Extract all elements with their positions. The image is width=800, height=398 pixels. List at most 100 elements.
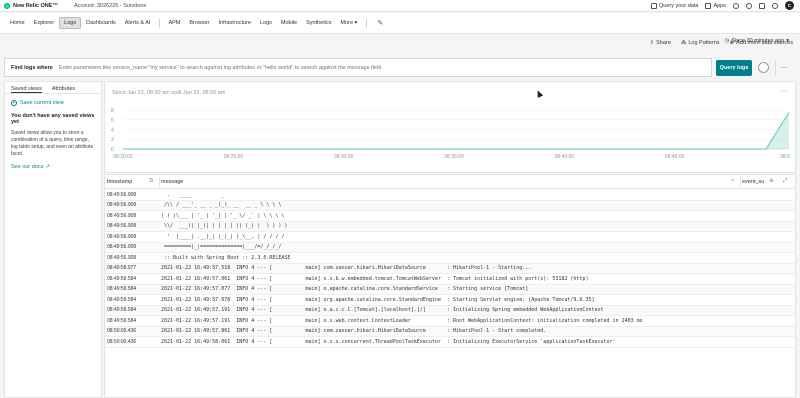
query-input[interactable] xyxy=(58,64,711,71)
x-tick-label: 08:5 xyxy=(780,154,790,160)
table-row[interactable]: 08:49:56.908 /\\ / ___'_ __ _ _(_)_ __ _… xyxy=(105,200,795,211)
nav-item-home[interactable]: Home xyxy=(6,18,29,28)
column-divider[interactable] xyxy=(159,177,160,187)
table-row[interactable]: 08:49:56.908 :: Built with Spring Boot :… xyxy=(105,253,795,264)
column-divider[interactable] xyxy=(740,177,741,187)
table-row[interactable]: 08:50:00.436 2021-01-22 16:49:57.861 INFO… xyxy=(105,326,795,337)
new-relic-logo[interactable]: New Relic ONE™ xyxy=(4,2,58,9)
tab-attributes[interactable]: Attributes xyxy=(52,86,75,93)
see-docs-label: See our docs xyxy=(11,164,44,170)
nav-item-mobile[interactable]: Mobile xyxy=(277,18,301,28)
nav-item-browser[interactable]: Browser xyxy=(185,18,213,28)
table-row[interactable]: 08:49:58.977 2021-01-22 16:49:57.518 INFO… xyxy=(105,263,795,274)
add-column-icon[interactable]: ⊕ xyxy=(769,178,774,184)
x-tick-label: 08:35:00 xyxy=(444,154,464,160)
query-your-data-button[interactable]: Query your data xyxy=(651,2,699,9)
cell-message: 2021-01-22 16:49:57.077 INFO 4 --- [ mai… xyxy=(161,286,529,293)
cell-timestamp: 08:50:00.436 xyxy=(107,328,137,335)
chevron-down-icon: ▾ xyxy=(786,38,789,44)
empty-state-text: Saved views allow you to store a combina… xyxy=(11,130,94,157)
share-button[interactable]: ⇪ Share xyxy=(650,40,671,46)
cell-message: 2021-01-22 16:49:57.061 INFO 4 --- [ mai… xyxy=(161,275,589,282)
x-tick-label: 08:20:00 xyxy=(113,154,133,160)
see-docs-link[interactable]: See our docs ↗ xyxy=(11,164,95,170)
y-tick-label: 0 xyxy=(111,147,114,153)
query-bar-label: Find logs where xyxy=(11,64,53,71)
table-row[interactable]: 08:49:56.908 ' |____| .__|_| |_|_| |_\__… xyxy=(105,232,795,243)
cell-message: 2021-01-22 16:49:57.518 INFO 4 --- [ mai… xyxy=(161,265,532,272)
tab-saved-views[interactable]: Saved views xyxy=(11,86,42,93)
cell-message: \\/ ___)| |_)| | | | | || (_| | ) ) ) ) xyxy=(161,223,288,230)
table-row[interactable]: 08:50:00.436 2021-01-22 16:49:58.061 INFO… xyxy=(105,337,795,348)
table-row[interactable]: 08:49:59.584 2021-01-22 16:49:57.077 INFO… xyxy=(105,284,795,295)
terminal-icon xyxy=(651,2,658,9)
expand-icon[interactable]: ⤢ xyxy=(783,178,787,185)
table-row[interactable]: 08:49:59.584 2021-01-22 16:49:57.191 INFO… xyxy=(105,316,795,327)
external-link-icon: ↗ xyxy=(45,164,51,170)
sort-icon[interactable]: ⇅ xyxy=(149,178,154,184)
table-row[interactable]: 08:49:59.584 2021-01-22 16:49:57.191 INFO… xyxy=(105,305,795,316)
save-current-view-label: Save current view xyxy=(20,100,64,106)
log-volume-chart: 0 2 4 6 8 08:20:00 08:25:00 08:30:00 08:35:00 08:… xyxy=(111,108,790,160)
logs-table: timestamp ⇅ message × event_su ⊕ ⤢ 08:49… xyxy=(104,174,796,398)
column-header-event-su[interactable]: event_su xyxy=(742,179,764,185)
saved-views-panel: Saved views Attributes + Save current vi… xyxy=(4,81,102,398)
cell-timestamp: 08:49:58.977 xyxy=(107,265,137,272)
search-icon[interactable] xyxy=(733,2,739,9)
apps-label: Apps xyxy=(713,2,726,9)
cell-timestamp: 08:49:59.584 xyxy=(107,307,137,314)
cell-timestamp: 08:49:56.908 xyxy=(107,254,137,261)
series-area xyxy=(123,112,789,149)
top-bar: New Relic ONE™ Account: 3026225 - Sunsto… xyxy=(0,0,800,12)
nav-item-more[interactable]: More ▾ xyxy=(336,18,361,28)
account-switcher[interactable]: Account: 3026225 - Sunstone xyxy=(74,3,146,9)
logo-text: New Relic ONE™ xyxy=(13,2,58,9)
time-picker[interactable]: ◷ Since 30 minutes ago ▾ xyxy=(725,38,789,44)
patterns-icon: ⁂ xyxy=(680,40,687,46)
cell-timestamp: 08:49:56.908 xyxy=(107,233,137,240)
table-row[interactable]: 08:49:56.908 \\/ ___)| |_)| | | | | || (… xyxy=(105,221,795,232)
notifications-icon[interactable] xyxy=(759,2,765,9)
query-history-icon[interactable] xyxy=(758,62,769,73)
table-row[interactable]: 08:49:56.908 ( ( )\___ | '_ | '_| | '_ \/… xyxy=(105,211,795,222)
more-options-icon[interactable]: ⋯ xyxy=(775,60,792,76)
nav-item-alerts-ai[interactable]: Alerts & AI xyxy=(121,18,155,28)
nav-item-dashboards[interactable]: Dashboards xyxy=(82,18,120,28)
cell-message: . ____ _ xyxy=(161,191,225,198)
column-header-timestamp[interactable]: timestamp xyxy=(107,179,132,185)
nav-item-logs[interactable]: Logs xyxy=(59,17,82,29)
column-header-message[interactable]: message xyxy=(161,179,183,185)
cell-message: 2021-01-22 16:49:57.078 INFO 4 --- [ mai… xyxy=(161,296,595,303)
table-row[interactable]: 08:49:56.908 . ____ _ xyxy=(105,190,795,201)
query-your-data-label: Query your data xyxy=(659,2,699,9)
table-row[interactable]: 08:49:59.584 2021-01-22 16:49:57.078 INFO… xyxy=(105,295,795,306)
apps-button[interactable]: Apps xyxy=(705,2,726,9)
cell-message: 2021-01-22 16:49:57.861 INFO 4 --- [ mai… xyxy=(161,328,547,335)
nav-item-apm[interactable]: APM xyxy=(164,18,184,28)
feedback-icon[interactable] xyxy=(772,2,778,9)
save-current-view-button[interactable]: + Save current view xyxy=(11,100,95,106)
edit-pencil-icon[interactable]: ✎ xyxy=(377,19,383,27)
empty-state-heading: You don't have any saved views yet xyxy=(11,113,95,125)
help-icon[interactable] xyxy=(746,2,752,9)
cell-timestamp: 08:49:59.584 xyxy=(107,317,137,324)
query-bar: Find logs where xyxy=(4,58,712,77)
page-actions: ⇪ Share ⁂ Log Patterns ⊕ Add more data s… xyxy=(0,34,800,52)
user-avatar[interactable]: C xyxy=(785,1,794,10)
nav-item-logs-2[interactable]: Logs xyxy=(256,18,276,28)
nav-item-infrastructure[interactable]: Infrastructure xyxy=(215,18,255,28)
cell-message: ' |____| .__|_| |_|_| |_\__, | / / / / xyxy=(161,233,285,240)
x-tick-label: 08:30:00 xyxy=(334,154,354,160)
log-patterns-button[interactable]: ⁂ Log Patterns xyxy=(681,40,720,46)
nav-item-explorer[interactable]: Explorer xyxy=(30,18,58,28)
y-tick-label: 6 xyxy=(111,118,114,124)
new-relic-logo-icon xyxy=(4,2,10,9)
table-row[interactable]: 08:49:59.584 2021-01-22 16:49:57.061 INFO… xyxy=(105,274,795,285)
cell-message: /\\ / ___'_ __ _ _(_)_ __ __ _ \ \ \ \ xyxy=(161,202,282,209)
query-logs-button[interactable]: Query logs xyxy=(716,60,752,76)
table-body: 08:49:56.908 . ____ _ 08:49:56.908 /\\ / … xyxy=(105,190,795,348)
cell-timestamp: 08:49:59.584 xyxy=(107,286,137,293)
nav-item-synthetics[interactable]: Synthetics xyxy=(302,18,335,28)
remove-column-icon[interactable]: × xyxy=(731,178,734,184)
table-row[interactable]: 08:49:56.908 =========|_|==============|… xyxy=(105,242,795,253)
